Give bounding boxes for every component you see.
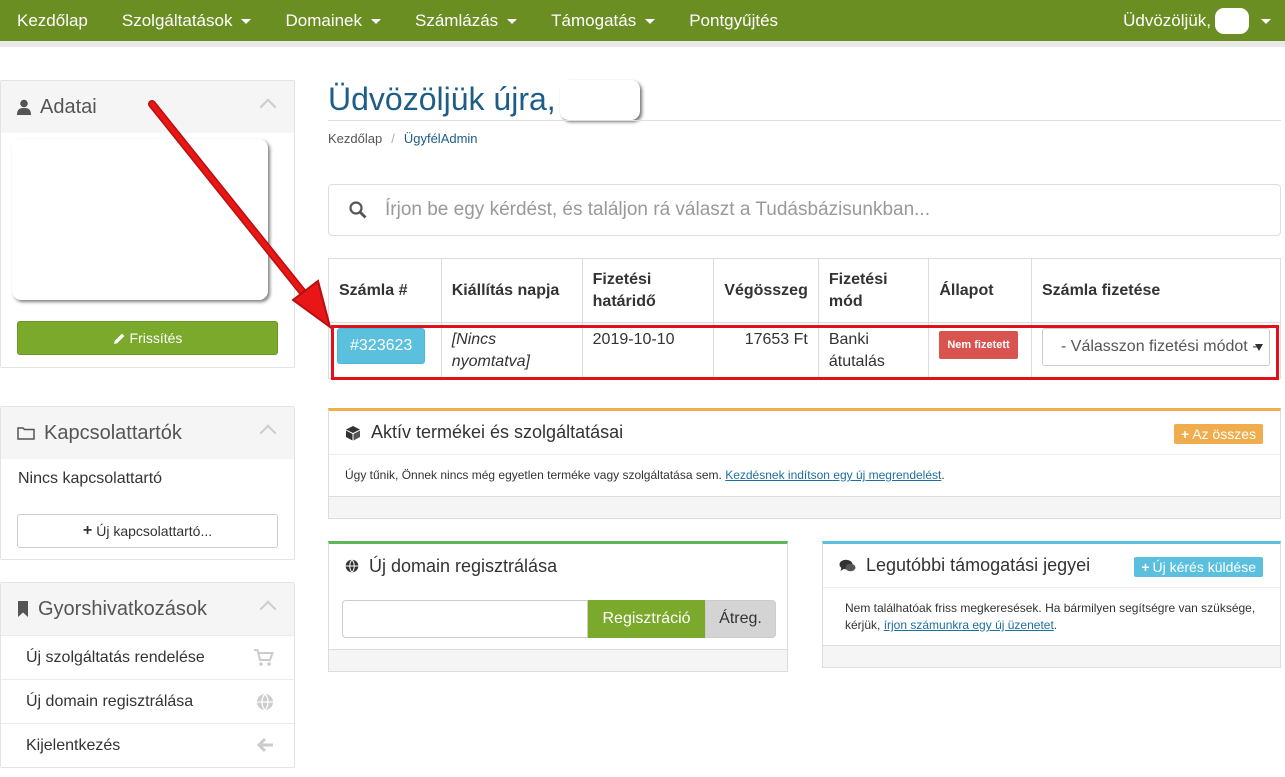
plus-icon: + [1141, 559, 1150, 575]
domain-register-header: Új domain regisztrálása [329, 544, 787, 588]
domain-register-panel: Új domain regisztrálása Regisztráció Átr… [328, 541, 788, 672]
domain-input[interactable] [342, 600, 588, 638]
support-tickets-body: Nem találhatóak friss megkeresések. Ha b… [845, 601, 1256, 632]
new-ticket-button[interactable]: + Új kérés küldése [1134, 557, 1263, 577]
view-all-button[interactable]: + Az összes [1174, 424, 1263, 444]
plus-icon: + [1181, 426, 1190, 442]
panel-footer [329, 649, 787, 671]
globe-icon [345, 559, 359, 573]
active-products-panel: Aktív termékei és szolgáltatásai + Az ös… [328, 408, 1281, 519]
comments-icon [839, 559, 856, 571]
panel-footer [329, 496, 1280, 518]
new-message-link[interactable]: írjon számunkra egy új üzenetet [884, 618, 1054, 632]
support-tickets-panel: Legutóbbi támogatási jegyei + Új kérés k… [822, 541, 1281, 668]
panel-footer [823, 645, 1280, 667]
new-order-link[interactable]: Kezdésnek indítson egy új megrendelést [725, 468, 941, 482]
cube-icon [346, 425, 360, 440]
transfer-button[interactable]: Átreg. [705, 600, 776, 638]
active-products-body: Úgy tűnik, Önnek nincs még egyetlen term… [345, 468, 945, 482]
register-button[interactable]: Regisztráció [588, 600, 705, 638]
active-products-header: Aktív termékei és szolgáltatásai + Az ös… [329, 411, 1280, 455]
support-tickets-header: Legutóbbi támogatási jegyei + Új kérés k… [823, 544, 1280, 588]
